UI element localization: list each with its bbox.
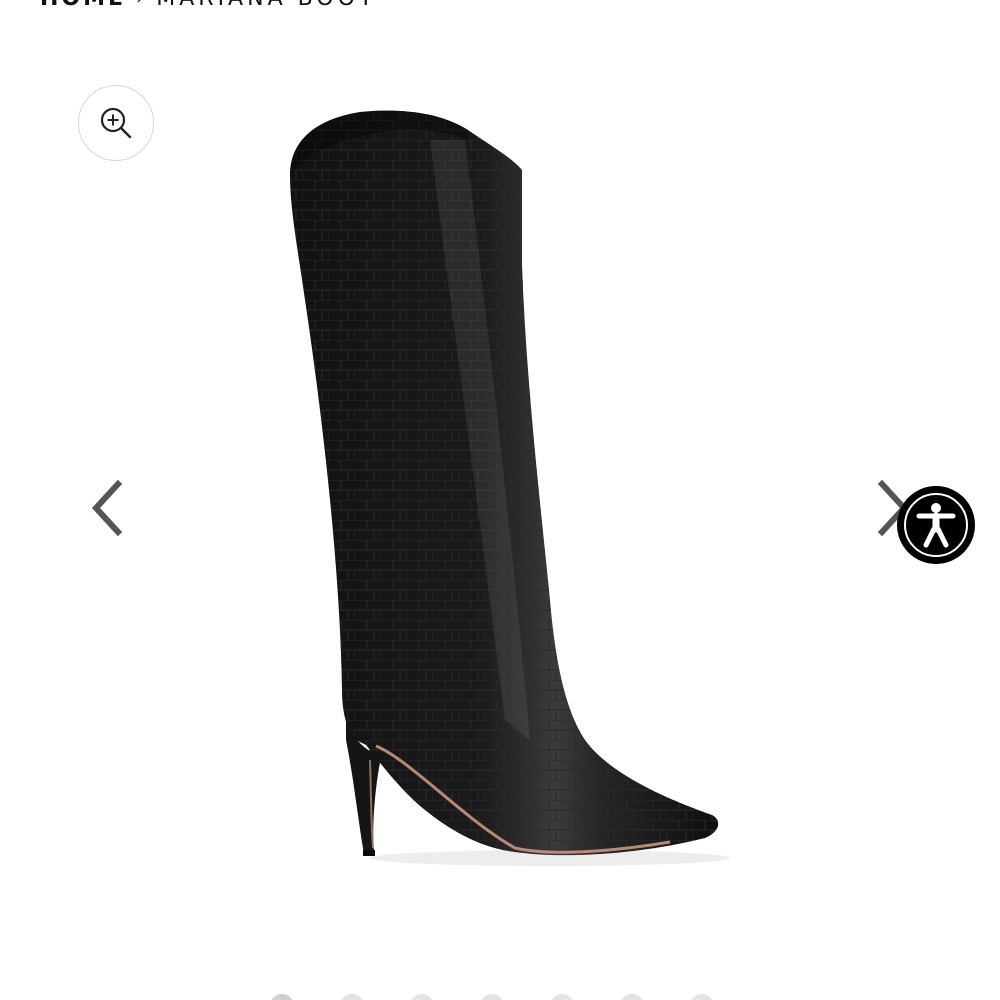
carousel-dot-4[interactable]: [480, 994, 504, 1000]
product-image[interactable]: [250, 100, 750, 890]
carousel-dot-6[interactable]: [620, 994, 644, 1000]
boot-illustration: [290, 110, 730, 866]
accessibility-button[interactable]: [897, 486, 975, 564]
carousel-dot-7[interactable]: [690, 994, 714, 1000]
carousel-prev-button[interactable]: [84, 478, 128, 538]
chevron-left-icon: [91, 479, 123, 537]
carousel-dot-1[interactable]: [270, 994, 294, 1000]
product-page: HOME › MARIANA BOOT: [0, 0, 1000, 1000]
zoom-button[interactable]: [78, 85, 154, 161]
breadcrumb-current: MARIANA BOOT: [156, 0, 376, 11]
carousel-dot-3[interactable]: [410, 994, 434, 1000]
carousel-dot-5[interactable]: [550, 994, 574, 1000]
carousel-dot-2[interactable]: [340, 994, 364, 1000]
carousel-dots: [270, 994, 714, 1000]
breadcrumb: HOME › MARIANA BOOT: [40, 0, 376, 11]
breadcrumb-separator: ›: [136, 0, 146, 9]
zoom-in-icon: [100, 107, 132, 139]
accessibility-ring: [904, 493, 968, 557]
breadcrumb-home-link[interactable]: HOME: [40, 0, 126, 11]
accessibility-person-icon: [916, 503, 956, 548]
